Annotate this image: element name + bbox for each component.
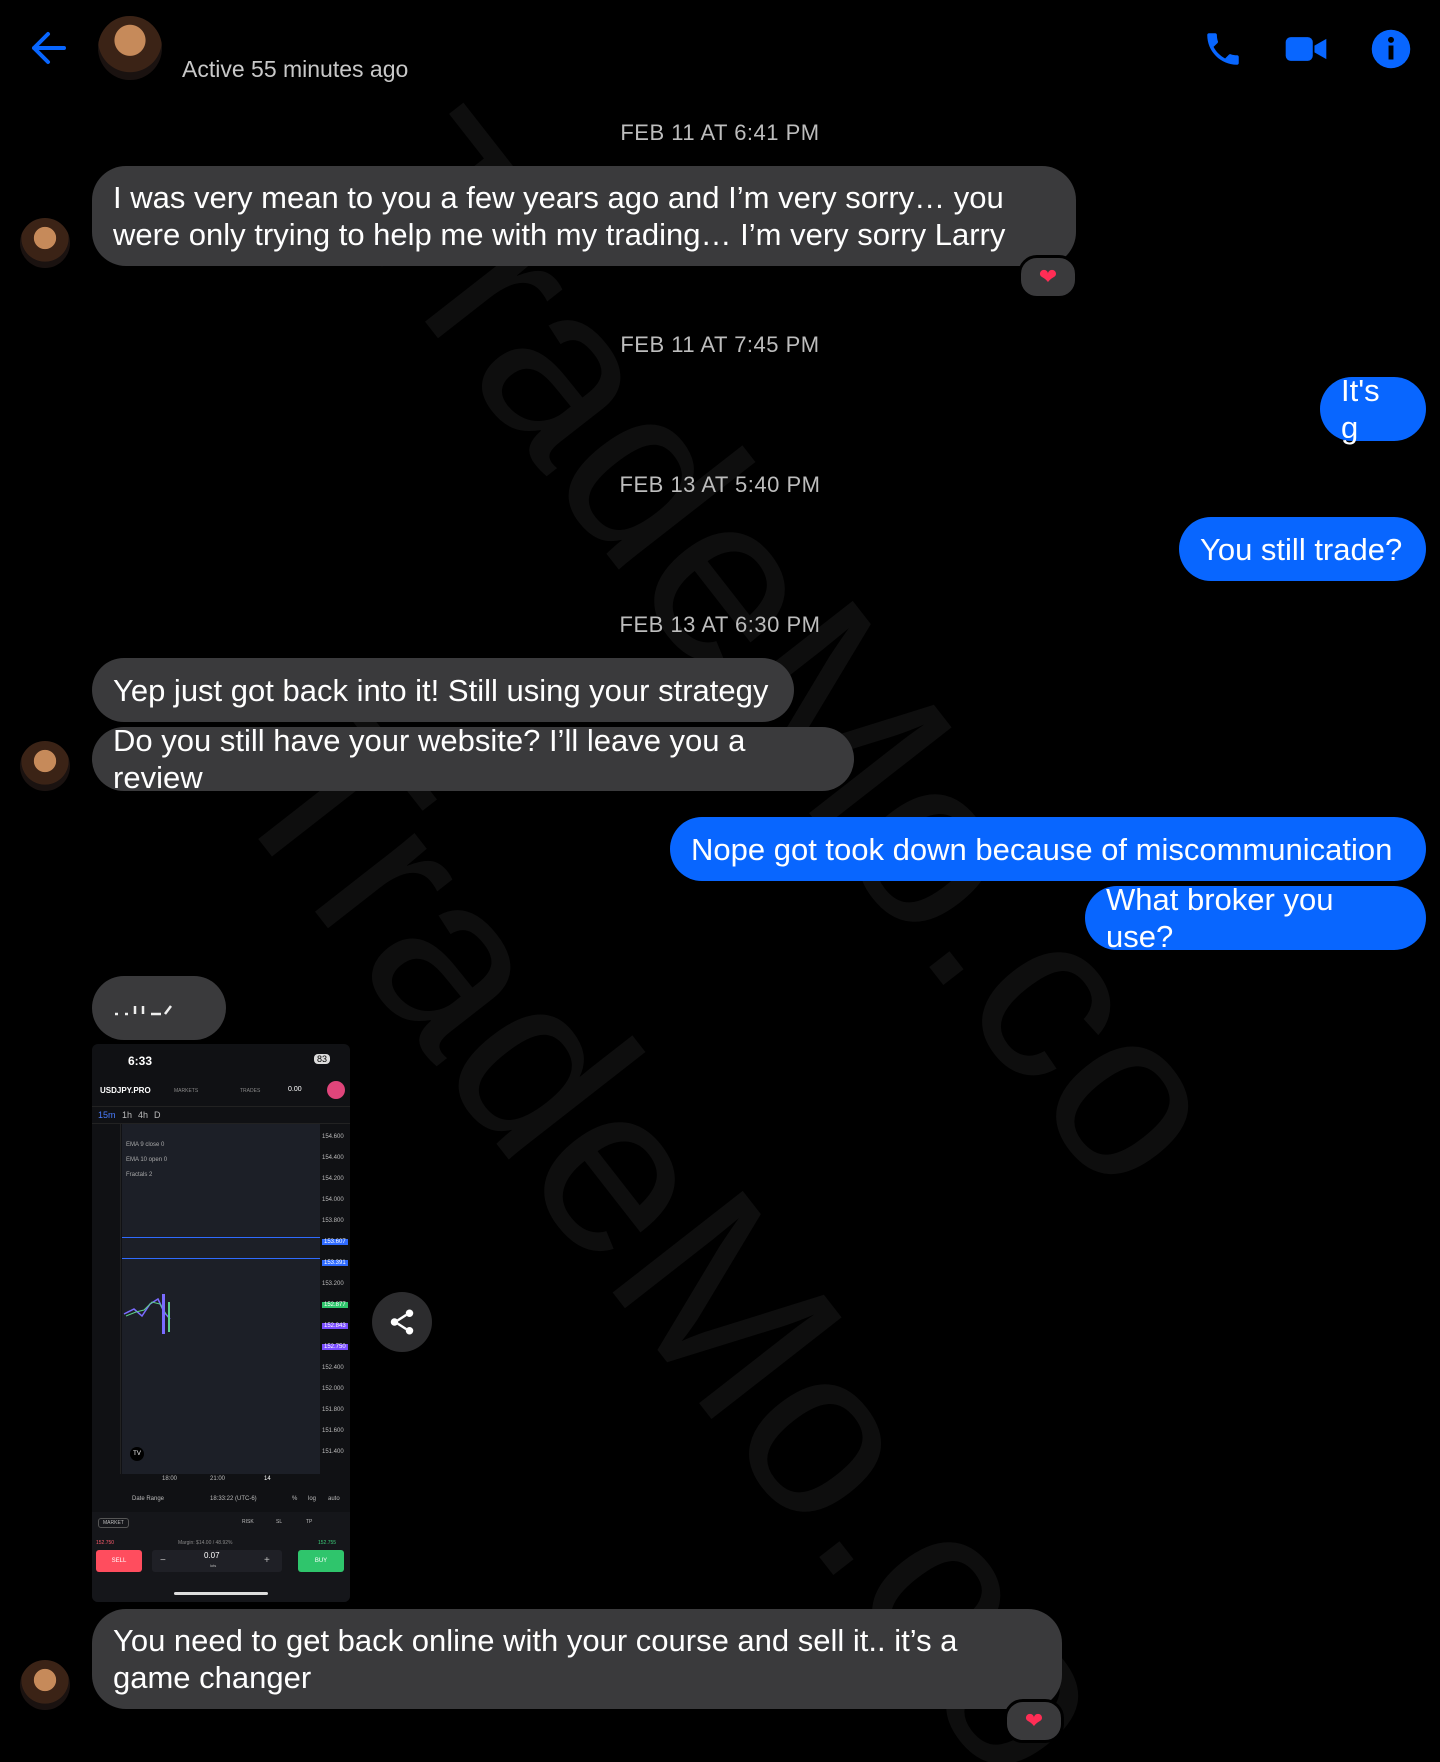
price-tick: 151.800 — [322, 1407, 344, 1413]
price-tick: 152.750 — [322, 1344, 348, 1350]
timestamp: FEB 11 AT 7:45 PM — [620, 332, 820, 357]
margin-info: Margin: $14.00 / 48.92% — [178, 1540, 233, 1546]
percent-toggle[interactable]: % — [292, 1496, 297, 1502]
log-toggle[interactable]: log — [308, 1496, 316, 1502]
lots-value: 0.07 — [204, 1551, 220, 1560]
lots-label: lots — [210, 1563, 217, 1568]
price-tick: 152.000 — [322, 1386, 344, 1392]
contact-avatar[interactable] — [98, 16, 162, 80]
timestamp: FEB 13 AT 5:40 PM — [619, 472, 821, 497]
contact-avatar-small[interactable] — [20, 741, 70, 791]
redacted-text-icon — [115, 1005, 172, 1016]
heart-reaction-icon[interactable]: ❤ — [1018, 255, 1078, 299]
price-axis: 154.600 154.400 154.200 154.000 153.800 153.6… — [320, 1134, 350, 1474]
timestamp: FEB 13 AT 6:30 PM — [619, 612, 821, 637]
price-line — [122, 1258, 320, 1259]
heart-reaction-icon[interactable]: ❤ — [1004, 1699, 1064, 1743]
auto-toggle[interactable]: auto — [328, 1496, 340, 1502]
message-sent[interactable]: Nope got took down because of miscommuni… — [670, 817, 1426, 881]
buy-button[interactable]: BUY — [298, 1550, 344, 1572]
message-sent[interactable]: It's g — [1320, 373, 1426, 445]
message-received[interactable]: Do you still have your website? I’ll lea… — [92, 723, 854, 795]
timestamp: FEB 11 AT 6:41 PM — [620, 120, 820, 145]
tradingview-logo-icon: TV — [130, 1447, 144, 1461]
profile-badge[interactable] — [327, 1081, 345, 1099]
phone-call-icon[interactable] — [1202, 28, 1244, 70]
symbol-label: USDJPY.PRO — [100, 1086, 151, 1095]
drawing-toolbar[interactable] — [92, 1124, 121, 1474]
candles — [123, 1294, 171, 1334]
timeframe-1h[interactable]: 1h — [122, 1110, 132, 1120]
price-tick: 154.200 — [322, 1176, 344, 1182]
decrement-icon[interactable]: − — [160, 1555, 166, 1566]
message-received[interactable]: You need to get back online with your co… — [92, 1609, 1062, 1709]
date-range-button[interactable]: Date Range — [132, 1496, 164, 1502]
price-tick: 153.607 — [322, 1239, 348, 1245]
sell-button[interactable]: SELL — [96, 1550, 142, 1572]
info-icon[interactable] — [1370, 28, 1412, 70]
price-tick: 153.200 — [322, 1281, 344, 1287]
timeframe-toolbar: 15m 1h 4h D — [92, 1106, 350, 1124]
price-tick: 151.600 — [322, 1428, 344, 1434]
back-arrow-icon[interactable] — [28, 28, 68, 68]
indicator-label: EMA 9 close 0 — [126, 1142, 165, 1148]
time-tick: 21:00 — [210, 1476, 226, 1482]
video-call-icon[interactable] — [1284, 28, 1327, 70]
price-tick: 154.400 — [322, 1155, 344, 1161]
order-type-dropdown[interactable]: MARKET — [98, 1518, 129, 1528]
price-tick: 152.400 — [322, 1365, 344, 1371]
timeframe-d[interactable]: D — [154, 1110, 161, 1120]
share-icon — [390, 1309, 414, 1335]
price-tick: 154.000 — [322, 1197, 344, 1203]
chart-clock: 18:33:22 (UTC-6) — [210, 1496, 257, 1502]
tab-tp[interactable]: TP — [306, 1519, 312, 1525]
message-received[interactable]: Yep just got back into it! Still using y… — [92, 658, 794, 722]
redacted-message[interactable] — [92, 976, 226, 1040]
price-tick: 153.391 — [322, 1260, 348, 1266]
message-sent[interactable]: You still trade? — [1179, 517, 1426, 581]
battery-indicator: 83 — [314, 1054, 331, 1064]
contact-avatar-small[interactable] — [20, 1660, 70, 1710]
increment-icon[interactable]: + — [264, 1555, 270, 1566]
price-tick: 153.800 — [322, 1218, 344, 1224]
tab-sl[interactable]: SL — [276, 1519, 282, 1525]
price-tick: 152.843 — [322, 1323, 348, 1329]
indicator-label: EMA 10 open 0 — [126, 1157, 168, 1163]
price-tick: 154.600 — [322, 1134, 344, 1140]
trading-screenshot-image[interactable]: 6:33 83 USDJPY.PRO MARKETS TRADES 0.00 1… — [92, 1044, 350, 1602]
timeframe-4h[interactable]: 4h — [138, 1110, 148, 1120]
share-button[interactable] — [372, 1292, 432, 1352]
time-tick: 18:00 — [162, 1476, 178, 1482]
price-tick: 151.400 — [322, 1449, 344, 1455]
indicator-label: Fractals 2 — [126, 1172, 153, 1178]
price-tick: 152.877 — [322, 1302, 348, 1308]
active-status: Active 55 minutes ago — [182, 56, 409, 82]
buy-price: 152.755 — [318, 1540, 337, 1546]
sell-price: 152.750 — [96, 1540, 115, 1546]
tab-risk[interactable]: RISK — [242, 1519, 254, 1525]
pnl-value: 0.00 — [288, 1086, 302, 1093]
contact-avatar-small[interactable] — [20, 218, 70, 268]
tab-trades[interactable]: TRADES — [240, 1088, 260, 1094]
time-tick: 14 — [264, 1476, 271, 1482]
home-indicator — [174, 1592, 268, 1595]
timeframe-15m[interactable]: 15m — [98, 1110, 116, 1120]
phone-clock: 6:33 — [128, 1054, 153, 1068]
lots-stepper[interactable]: + − 0.07 lots — [152, 1550, 282, 1572]
message-received[interactable]: I was very mean to you a few years ago a… — [92, 166, 1076, 266]
price-line — [122, 1237, 320, 1238]
message-sent[interactable]: What broker you use? — [1085, 882, 1426, 954]
tab-markets[interactable]: MARKETS — [174, 1088, 198, 1094]
price-chart[interactable]: EMA 9 close 0 EMA 10 open 0 Fractals 2 T… — [122, 1124, 320, 1474]
order-panel: MARKET RISK SL TP 152.750 Margin: $14.00… — [92, 1512, 350, 1602]
